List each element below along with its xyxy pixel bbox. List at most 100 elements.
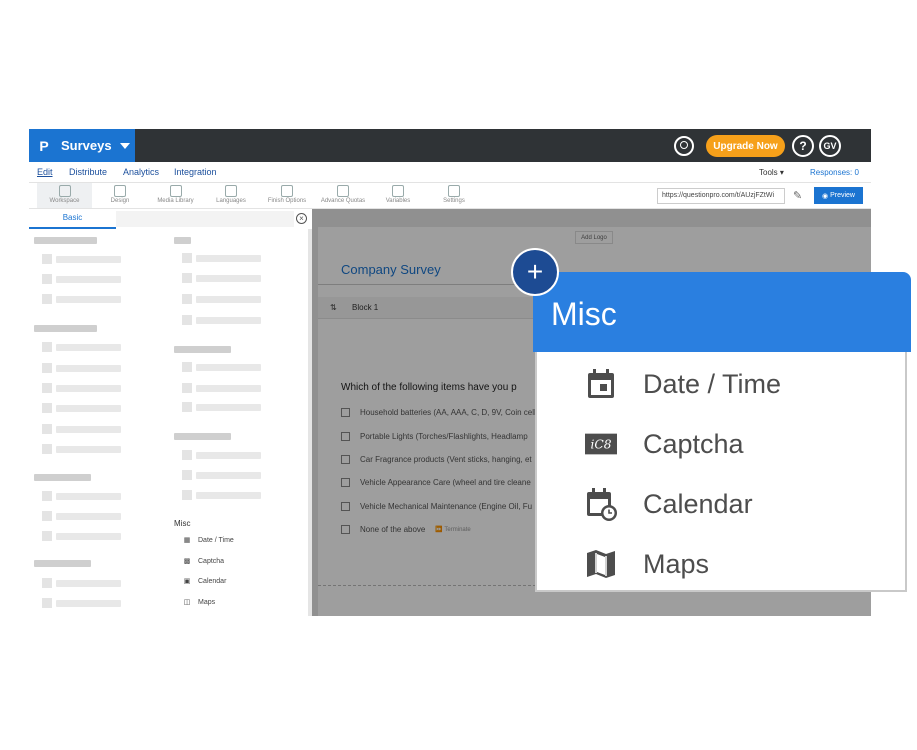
survey-url-field[interactable]: https://questionpro.com/t/AUzjFZtWi: [657, 188, 785, 204]
popup-item-maps[interactable]: Maps: [537, 534, 909, 594]
skeleton-heading: [174, 433, 231, 440]
skeleton-line: [56, 405, 121, 412]
preview-label: Preview: [830, 192, 855, 199]
misc-item-label: Calendar: [198, 577, 227, 585]
skeleton-line: [56, 296, 121, 303]
upgrade-now-button[interactable]: Upgrade Now: [706, 135, 785, 157]
tab-distribute[interactable]: Distribute: [69, 167, 107, 177]
skeleton-line: [196, 296, 261, 303]
popup-title: Misc: [551, 296, 617, 332]
skeleton-icon: [42, 294, 52, 304]
skeleton-icon: [182, 362, 192, 372]
toolbar-advance-quotas-label: Advance Quotas: [320, 198, 366, 204]
popup-item-calendar[interactable]: Calendar: [537, 474, 909, 534]
map-icon: ◫: [183, 599, 191, 606]
toolbar-design[interactable]: Design: [101, 183, 139, 208]
date-time-icon: [585, 368, 617, 400]
skeleton-line: [56, 600, 121, 607]
skeleton-line: [56, 426, 121, 433]
toolbar-advance-quotas[interactable]: Advance Quotas: [318, 183, 368, 208]
tools-menu[interactable]: Tools: [759, 168, 784, 177]
toolbar-media-library[interactable]: Media Library: [153, 183, 198, 208]
preview-button[interactable]: ◉ Preview: [814, 187, 863, 204]
skeleton-icon: [42, 578, 52, 588]
popup-header: Misc: [533, 272, 911, 352]
skeleton-icon: [42, 511, 52, 521]
workspace-icon: [58, 185, 71, 197]
popup-item-label: Maps: [643, 548, 710, 579]
plus-icon: +: [526, 256, 544, 287]
date-time-icon: ▦: [183, 537, 191, 544]
toolbar-settings[interactable]: Settings: [436, 183, 472, 208]
skeleton-icon: [42, 444, 52, 454]
popup-item-label: Captcha: [643, 428, 744, 459]
toolbar-finish-options[interactable]: Finish Options: [263, 183, 311, 208]
add-question-button[interactable]: +: [511, 248, 559, 296]
product-switcher[interactable]: P Surveys: [29, 129, 135, 162]
captcha-icon: ▩: [183, 558, 191, 565]
toolbar-media-library-label: Media Library: [157, 198, 194, 204]
skeleton-line: [196, 364, 261, 371]
gear-icon: [448, 185, 460, 197]
misc-item-captcha[interactable]: ▩ Captcha: [182, 556, 224, 566]
skeleton-line: [196, 452, 261, 459]
skeleton-heading: [174, 237, 191, 244]
popup-item-label: Date / Time: [643, 368, 782, 399]
skeleton-line: [196, 317, 261, 324]
responses-count[interactable]: Responses: 0: [810, 168, 859, 177]
skeleton-icon: [42, 274, 52, 284]
skeleton-line: [56, 365, 121, 372]
toolbar-variables-label: Variables: [385, 198, 411, 204]
question-types-panel: Basic × Misc ▦ Date / Time ▩ Captcha ▣ C…: [29, 209, 312, 616]
skeleton-heading: [174, 346, 231, 353]
map-icon: [585, 548, 617, 580]
popup-item-captcha[interactable]: iC8 Captcha: [537, 414, 909, 474]
eye-icon: ◉: [822, 192, 831, 200]
toolbar-workspace-label: Workspace: [49, 198, 80, 204]
user-avatar[interactable]: GV: [819, 135, 841, 157]
skeleton-icon: [42, 424, 52, 434]
caret-down-icon: [119, 142, 130, 149]
tab-analytics[interactable]: Analytics: [123, 167, 159, 177]
editor-toolbar: Workspace Design Media Library Languages…: [29, 183, 871, 209]
skeleton-icon: [182, 470, 192, 480]
panel-tabs-placeholder: [116, 211, 294, 227]
pencil-icon[interactable]: ✎: [793, 189, 802, 202]
tab-edit[interactable]: Edit: [37, 167, 53, 177]
skeleton-icon: [42, 363, 52, 373]
skeleton-line: [196, 275, 261, 282]
help-icon[interactable]: ?: [792, 135, 814, 157]
tab-basic[interactable]: Basic: [29, 209, 116, 229]
captcha-icon: iC8: [585, 428, 617, 460]
close-icon[interactable]: ×: [296, 213, 307, 224]
misc-section-title: Misc: [174, 519, 191, 528]
skeleton-line: [56, 513, 121, 520]
skeleton-line: [196, 492, 261, 499]
search-icon[interactable]: [674, 136, 694, 156]
toolbar-variables[interactable]: Variables: [379, 183, 417, 208]
skeleton-icon: [42, 531, 52, 541]
misc-item-label: Maps: [198, 598, 216, 606]
image-icon: [169, 185, 182, 197]
toolbar-languages[interactable]: Languages: [211, 183, 251, 208]
skeleton-line: [56, 256, 121, 263]
misc-item-maps[interactable]: ◫ Maps: [182, 597, 215, 607]
skeleton-line: [56, 276, 121, 283]
panel-tabs: Basic ×: [29, 209, 312, 229]
popup-item-label: Calendar: [643, 488, 753, 519]
misc-item-date-time[interactable]: ▦ Date / Time: [182, 535, 234, 545]
skeleton-icon: [182, 315, 192, 325]
misc-item-label: Date / Time: [198, 536, 234, 544]
svg-text:iC8: iC8: [590, 438, 611, 452]
brand-logo: P: [39, 137, 49, 154]
skeleton-icon: [182, 490, 192, 500]
translate-icon: [225, 185, 237, 197]
popup-body: Date / Time iC8 Captcha Calendar Maps: [535, 352, 907, 592]
magic-wand-icon: [281, 185, 293, 197]
toolbar-workspace[interactable]: Workspace: [37, 183, 92, 208]
tab-integration[interactable]: Integration: [174, 167, 217, 177]
skeleton-icon: [182, 273, 192, 283]
misc-item-calendar[interactable]: ▣ Calendar: [182, 576, 227, 586]
popup-item-date-time[interactable]: Date / Time: [537, 354, 909, 414]
skeleton-line: [196, 255, 261, 262]
